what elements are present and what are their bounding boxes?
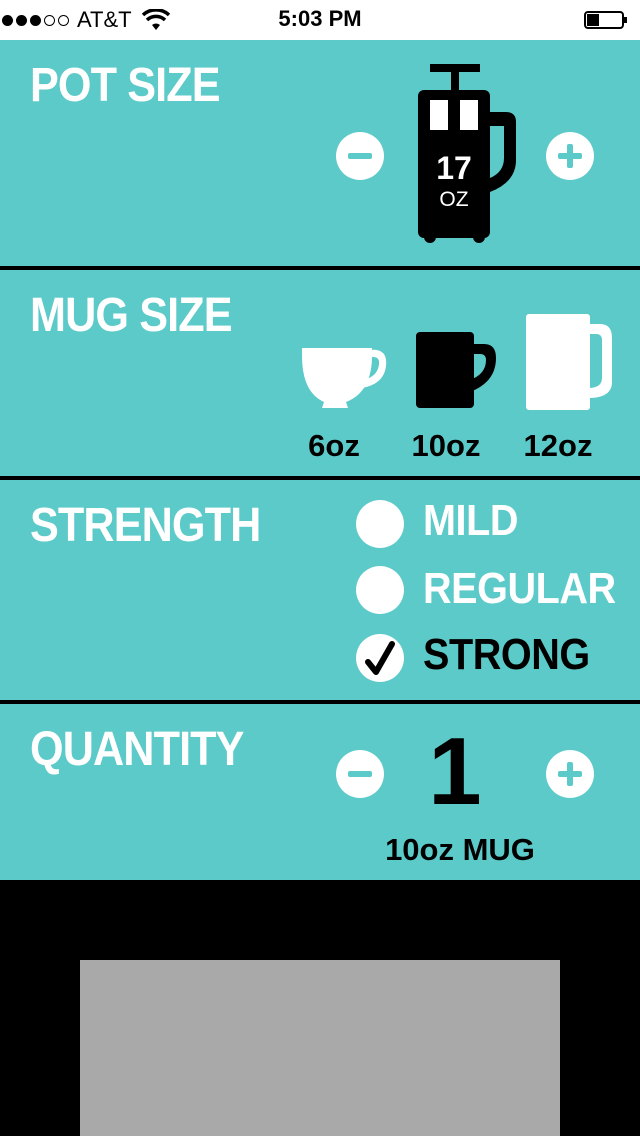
quantity-decrement-button[interactable] [336, 750, 384, 798]
minus-icon [348, 153, 372, 159]
minus-icon [348, 771, 372, 777]
mug-icon[interactable] [414, 330, 498, 408]
strength-mild-label[interactable]: MILD [423, 496, 518, 546]
battery-icon [584, 11, 627, 29]
pot-size-section: POT SIZE [0, 40, 640, 266]
clock: 5:03 PM [278, 6, 362, 31]
tall-mug-icon[interactable] [524, 312, 614, 410]
checkmark-icon [365, 641, 395, 675]
pot-size-decrement-button[interactable] [336, 132, 384, 180]
pot-size-title: POT SIZE [30, 59, 221, 112]
mug-size-10oz-label[interactable]: 10oz [396, 428, 496, 464]
strength-regular-radio[interactable] [356, 566, 404, 614]
quantity-title: QUANTITY [30, 723, 244, 776]
strength-mild-radio[interactable] [356, 500, 404, 548]
strength-title: STRENGTH [30, 499, 261, 552]
quantity-unit-label: 10oz MUG [385, 832, 535, 867]
pot-size-value: 17 [436, 150, 472, 186]
pot-size-increment-button[interactable] [546, 132, 594, 180]
status-bar: AT&T 5:03 PM [0, 0, 640, 40]
pot-size-unit: OZ [439, 188, 469, 211]
mug-size-6oz-label[interactable]: 6oz [284, 428, 384, 464]
mug-size-12oz-label[interactable]: 12oz [508, 428, 608, 464]
strength-regular-label[interactable]: REGULAR [423, 564, 616, 614]
quantity-value: 1 [428, 718, 482, 825]
strength-strong-label[interactable]: STRONG [423, 630, 590, 680]
placeholder-panel [80, 960, 560, 1136]
quantity-increment-button[interactable] [546, 750, 594, 798]
strength-strong-radio[interactable] [356, 634, 404, 682]
cup-icon[interactable] [300, 346, 390, 410]
mug-size-title: MUG SIZE [30, 289, 233, 342]
